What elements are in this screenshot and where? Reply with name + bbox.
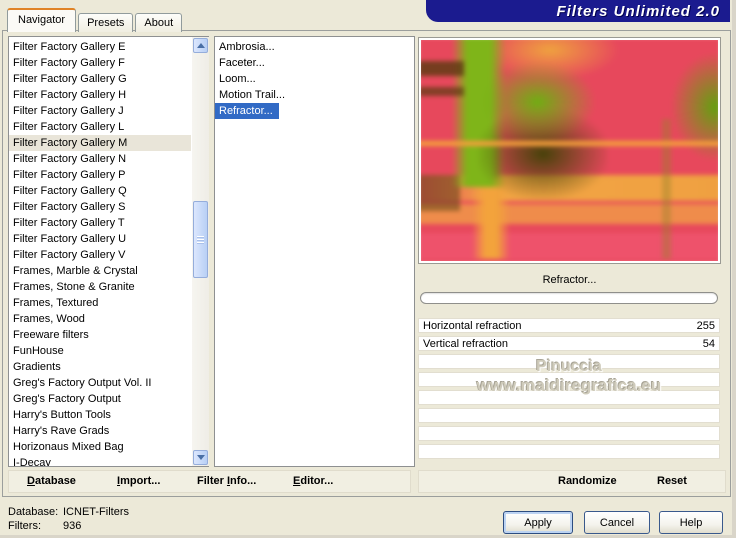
category-list-item[interactable]: Filter Factory Gallery N: [9, 151, 191, 167]
help-button[interactable]: Help: [659, 511, 723, 534]
empty-slider-row: [418, 426, 720, 441]
empty-slider-row: [418, 390, 720, 405]
category-list-item[interactable]: Horizonaus Mixed Bag: [9, 439, 191, 455]
randomize-button[interactable]: Randomize: [558, 470, 617, 493]
category-list-item[interactable]: Harry's Rave Grads: [9, 423, 191, 439]
category-list-item[interactable]: Filter Factory Gallery T: [9, 215, 191, 231]
cancel-button[interactable]: Cancel: [584, 511, 650, 534]
filter-list: Ambrosia... Faceter... Loom... Motion Tr…: [214, 36, 415, 467]
status-database-value: ICNET-Filters: [63, 506, 129, 518]
status-filters-value: 936: [63, 520, 82, 532]
title-banner: Filters Unlimited 2.0: [426, 0, 730, 22]
empty-slider-row: [418, 408, 720, 423]
parameter-value: 255: [696, 319, 715, 332]
filter-list-item[interactable]: Ambrosia...: [215, 39, 414, 55]
category-list-item[interactable]: Filter Factory Gallery U: [9, 231, 191, 247]
category-list-item[interactable]: I-Decay: [9, 455, 191, 466]
category-list-item[interactable]: Filter Factory Gallery F: [9, 55, 191, 71]
category-list-item[interactable]: Filter Factory Gallery E: [9, 39, 191, 55]
category-list-item[interactable]: Filter Factory Gallery G: [9, 71, 191, 87]
filter-info-button[interactable]: Filter Info...: [197, 470, 256, 493]
scroll-up-icon: [196, 39, 205, 48]
category-list-item[interactable]: Frames, Stone & Granite: [9, 279, 191, 295]
category-list-item[interactable]: Frames, Wood: [9, 311, 191, 327]
status-filters-label: Filters:: [8, 520, 41, 532]
category-list-item[interactable]: Filter Factory Gallery J: [9, 103, 191, 119]
empty-slider-row: [418, 354, 720, 369]
filter-list-item[interactable]: Refractor...: [215, 103, 279, 119]
parameter-panel: Horizontal refraction 255 Vertical refra…: [418, 318, 720, 462]
scroll-up-button[interactable]: [193, 38, 208, 53]
current-filter-name: Refractor...: [542, 274, 597, 286]
scroll-down-button[interactable]: [193, 450, 208, 465]
progress-bar: [420, 292, 718, 304]
tab[interactable]: Presets: [78, 13, 134, 32]
filter-list-item[interactable]: Loom...: [215, 71, 414, 87]
category-scrollbar[interactable]: [192, 37, 209, 466]
filters-unlimited-dialog: Filters Unlimited 2.0 Navigator Presets …: [0, 0, 736, 538]
app-title: Filters Unlimited 2.0: [556, 2, 720, 20]
database-button[interactable]: Database: [27, 470, 76, 493]
tab[interactable]: Navigator: [7, 8, 77, 32]
category-list-item[interactable]: Filter Factory Gallery S: [9, 199, 191, 215]
category-list-item[interactable]: Greg's Factory Output: [9, 391, 191, 407]
status-database-label: Database:: [8, 506, 59, 518]
category-list-item[interactable]: Filter Factory Gallery Q: [9, 183, 191, 199]
category-list-item[interactable]: Filter Factory Gallery L: [9, 119, 191, 135]
preview-frame: [418, 37, 721, 264]
parameter-value: 54: [702, 337, 715, 350]
parameter-name: Vertical refraction: [423, 337, 508, 350]
category-list-item[interactable]: Harry's Button Tools: [9, 407, 191, 423]
category-list-item[interactable]: Freeware filters: [9, 327, 191, 343]
category-list-item[interactable]: Filter Factory Gallery H: [9, 87, 191, 103]
parameter-name: Horizontal refraction: [423, 319, 522, 332]
filter-list-item[interactable]: Faceter...: [215, 55, 414, 71]
category-list: Filter Factory Gallery E Filter Factory …: [8, 36, 209, 467]
tab-bar: Navigator Presets About: [7, 8, 183, 32]
apply-button[interactable]: Apply: [503, 511, 573, 534]
category-list-item[interactable]: Frames, Textured: [9, 295, 191, 311]
preview-image: [421, 40, 718, 261]
category-list-item[interactable]: Filter Factory Gallery P: [9, 167, 191, 183]
category-list-item[interactable]: Frames, Marble & Crystal: [9, 263, 191, 279]
category-list-item[interactable]: Greg's Factory Output Vol. II: [9, 375, 191, 391]
scroll-down-icon: [196, 455, 205, 464]
empty-slider-row: [418, 444, 720, 459]
parameter-slider-row[interactable]: Horizontal refraction 255: [418, 318, 720, 333]
preview-gradient-art: [421, 40, 718, 261]
tab[interactable]: About: [135, 13, 183, 32]
scrollbar-thumb[interactable]: [193, 201, 208, 278]
category-list-item[interactable]: Gradients: [9, 359, 191, 375]
empty-slider-row: [418, 372, 720, 387]
import-button[interactable]: Import...: [117, 470, 160, 493]
category-list-item[interactable]: Filter Factory Gallery M: [9, 135, 191, 151]
category-list-item[interactable]: FunHouse: [9, 343, 191, 359]
filter-list-item[interactable]: Motion Trail...: [215, 87, 414, 103]
parameter-slider-row[interactable]: Vertical refraction 54: [418, 336, 720, 351]
reset-button[interactable]: Reset: [657, 470, 687, 493]
category-list-item[interactable]: Filter Factory Gallery V: [9, 247, 191, 263]
editor-button[interactable]: Editor...: [293, 470, 333, 493]
